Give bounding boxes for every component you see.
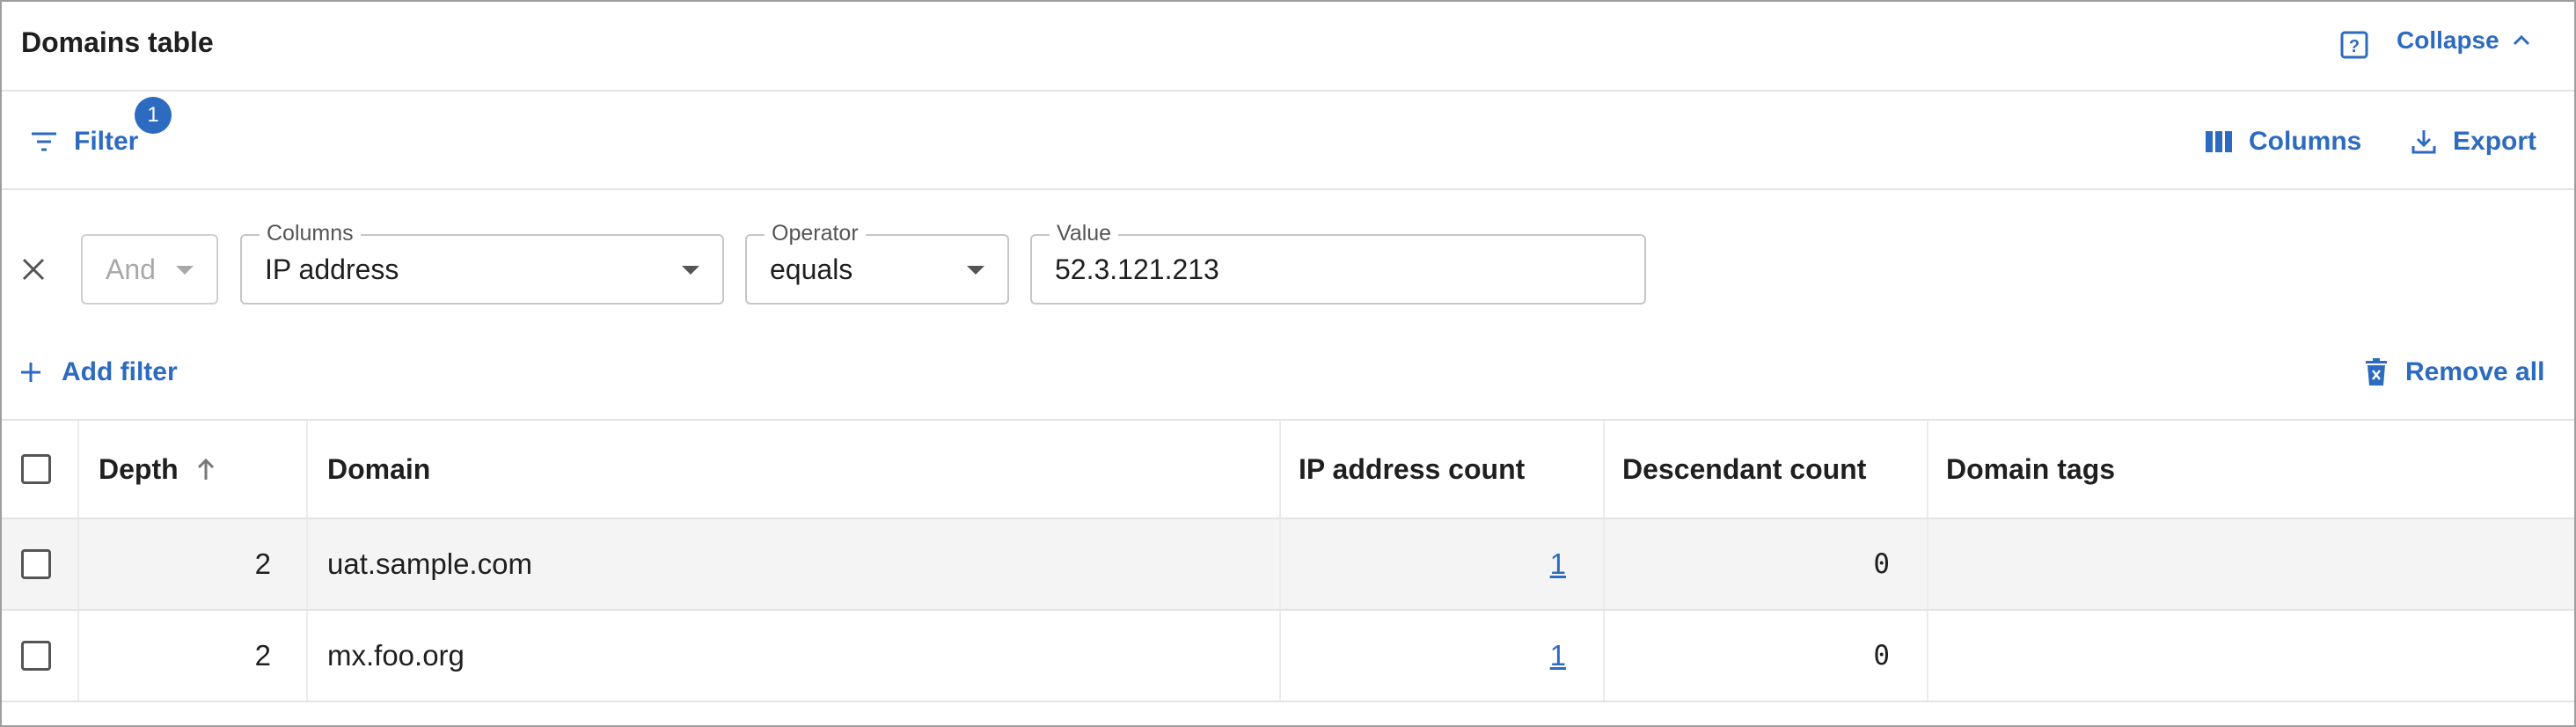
filter-column-select[interactable]: Columns IP address	[240, 221, 724, 305]
filter-panel: And Columns IP address Operator equals V…	[2, 190, 2574, 421]
domains-table-panel: Domains table ? Collapse Filter 1 Column…	[0, 0, 2576, 727]
panel-title: Domains table	[21, 26, 214, 58]
columns-button[interactable]: Columns	[2205, 127, 2361, 157]
depth-cell: 2	[254, 547, 271, 580]
filter-button[interactable]: Filter	[30, 127, 138, 157]
domain-tags-cell	[1928, 611, 2544, 701]
help-icon[interactable]: ?	[2339, 30, 2369, 60]
filter-column-value: IP address	[265, 253, 399, 285]
logic-operator-select[interactable]: And	[81, 234, 218, 305]
filter-count-badge: 1	[135, 97, 172, 134]
table-header-row: Depth Domain IP address count Descendant…	[2, 421, 2574, 519]
row-select-cell	[21, 611, 56, 701]
remove-all-label: Remove all	[2405, 357, 2545, 386]
column-header-ip-count[interactable]: IP address count	[1281, 421, 1585, 518]
ip-count-link[interactable]: 1	[1550, 547, 1566, 581]
row-checkbox[interactable]	[21, 641, 51, 671]
domain-cell: uat.sample.com	[327, 547, 532, 580]
table-toolbar: Filter 1 Columns Export	[2, 92, 2574, 190]
caret-down-icon	[967, 266, 984, 275]
column-header-depth-label: Depth	[99, 452, 179, 485]
filter-operator-legend: Operator	[765, 221, 866, 246]
row-select-cell	[21, 519, 56, 609]
descendant-count-cell: 0	[1873, 640, 1890, 672]
remove-all-button[interactable]: Remove all	[2365, 357, 2544, 387]
column-header-descendant-count[interactable]: Descendant count	[1605, 421, 1909, 518]
row-checkbox[interactable]	[21, 549, 51, 579]
filter-value-legend: Value	[1050, 221, 1119, 246]
arrow-up-icon	[197, 458, 214, 480]
descendant-count-cell: 0	[1873, 548, 1890, 580]
filter-value-text: 52.3.121.213	[1055, 253, 1219, 285]
depth-cell: 2	[254, 639, 271, 672]
logic-operator-value: And	[106, 253, 156, 285]
column-header-domain-tags[interactable]: Domain tags	[1928, 421, 2544, 518]
filter-icon	[32, 132, 56, 151]
table-row[interactable]: 2 mx.foo.org 1 0	[2, 611, 2574, 702]
export-label: Export	[2453, 127, 2537, 156]
plus-icon	[21, 363, 40, 382]
collapse-label: Collapse	[2397, 26, 2499, 54]
svg-text:?: ?	[2349, 37, 2360, 56]
caret-down-icon	[682, 266, 699, 275]
columns-label: Columns	[2249, 127, 2362, 156]
ip-count-link[interactable]: 1	[1550, 639, 1566, 672]
filter-operator-value: equals	[770, 253, 853, 285]
column-header-domain[interactable]: Domain	[308, 421, 1276, 518]
collapse-button[interactable]: Collapse	[2397, 26, 2531, 55]
column-header-depth[interactable]: Depth	[79, 421, 289, 518]
table-row[interactable]: 2 uat.sample.com 1 0	[2, 519, 2574, 611]
filter-value-input[interactable]: Value 52.3.121.213	[1030, 221, 1646, 305]
domain-tags-cell	[1928, 519, 2544, 609]
add-filter-button[interactable]: Add filter	[19, 357, 178, 387]
ip-count-cell: 1	[1281, 519, 1585, 609]
filter-label: Filter	[74, 127, 139, 156]
select-all-checkbox[interactable]	[21, 454, 51, 484]
download-icon	[2411, 130, 2436, 154]
chevron-up-icon	[2513, 34, 2529, 46]
trash-icon	[2366, 358, 2387, 386]
domain-cell: mx.foo.org	[327, 639, 465, 672]
caret-down-icon	[176, 266, 194, 275]
select-all-cell	[21, 421, 56, 518]
panel-header: Domains table ? Collapse	[2, 2, 2574, 92]
filter-column-legend: Columns	[260, 221, 361, 246]
add-filter-label: Add filter	[62, 357, 178, 386]
filter-operator-select[interactable]: Operator equals	[745, 221, 1009, 305]
ip-count-cell: 1	[1281, 611, 1585, 701]
columns-icon	[2206, 131, 2232, 152]
close-icon[interactable]	[18, 253, 49, 285]
export-button[interactable]: Export	[2411, 127, 2536, 157]
